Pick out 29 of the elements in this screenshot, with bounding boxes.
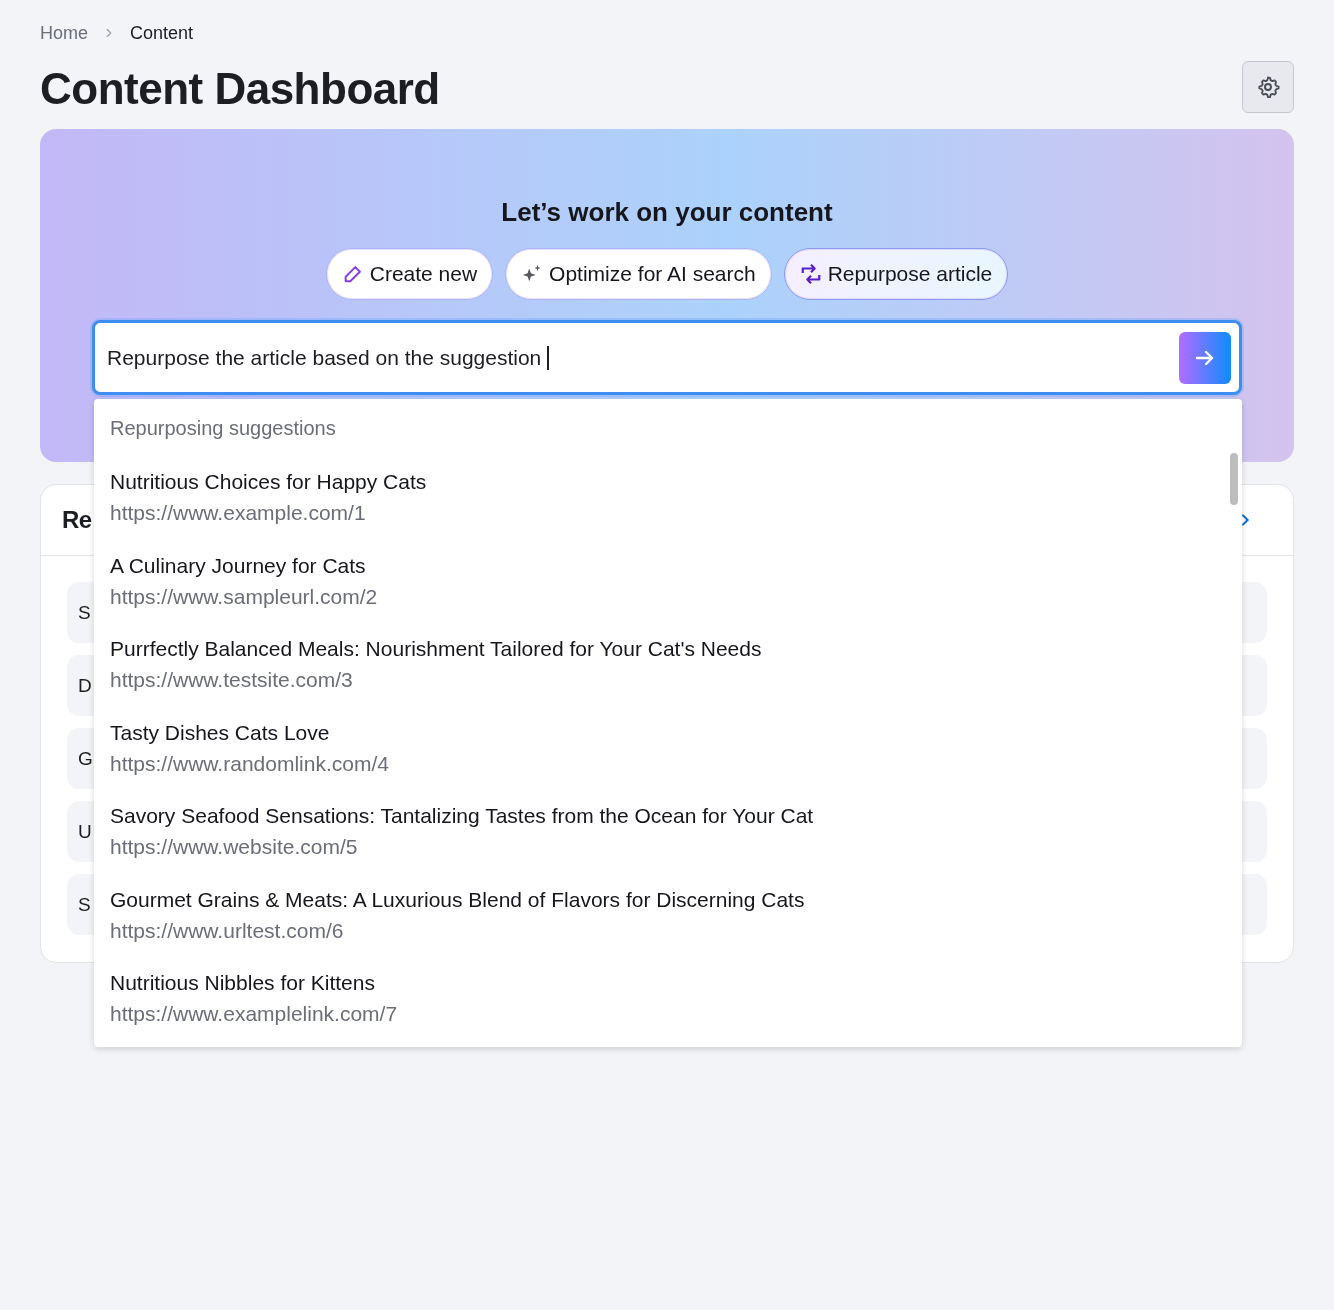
suggestion-url: https://www.example.com/1 [110, 500, 367, 526]
suggestion-title[interactable]: A Culinary Journey for Cats [110, 549, 1226, 582]
settings-button[interactable] [1242, 61, 1294, 113]
text-cursor [547, 345, 550, 370]
suggestion-title[interactable]: Nutritious Nibbles for Kittens [110, 967, 1226, 999]
dropdown-heading: Repurposing suggestions [110, 417, 337, 441]
card-title: Re [62, 506, 92, 534]
action-chip[interactable]: Create new [325, 248, 494, 300]
suggestion-url: https://www.sampleurl.com/2 [110, 583, 379, 610]
suggestion-url: https://www.randomlink.com/4 [110, 750, 390, 777]
suggestion-title[interactable]: Savory Seafood Sensations: Tantalizing Tastes from the Ocean for Your Cat [110, 800, 1226, 832]
scrollbar-thumb[interactable] [1230, 453, 1238, 505]
suggestion-title[interactable]: Nutritious Choices for Happy Cats [110, 466, 1226, 498]
suggestion-url: https://www.website.com/5 [110, 834, 359, 860]
action-chip[interactable]: Optimize for AI search [505, 248, 772, 300]
repeat-icon [799, 263, 822, 285]
suggestion-title[interactable]: Tasty Dishes Cats Love [110, 716, 1226, 749]
suggestion-url: https://www.examplelink.com/7 [110, 1001, 399, 1027]
suggestion-url: https://www.testsite.com/3 [110, 667, 354, 693]
suggestion-title[interactable]: Gourmet Grains & Meats: A Luxurious Blend of Flavors for Discerning Cats [110, 883, 1226, 916]
page-title: Content Dashboard [40, 64, 440, 114]
settings-icon [1256, 75, 1280, 99]
hero-heading: Let’s work on your content [501, 197, 833, 229]
breadcrumb-link[interactable]: Home [40, 22, 88, 44]
action-chip[interactable]: Repurpose article [783, 248, 1009, 300]
suggestion-url: https://www.urltest.com/6 [110, 917, 345, 944]
send-button[interactable] [1179, 332, 1231, 384]
suggestion-title[interactable]: Purrfectly Balanced Meals: Nourishment Tailored for Your Cat's Needs [110, 633, 1226, 665]
prompt-field[interactable]: Repurpose the article based on the suggestion [92, 320, 1242, 395]
